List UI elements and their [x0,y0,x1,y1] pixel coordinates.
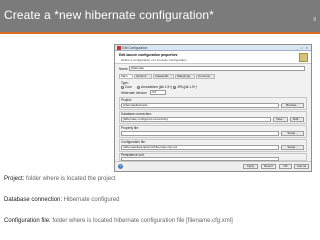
type-option-jpa[interactable]: JPA (jdk 1.5+) [173,85,197,89]
tab-main[interactable]: Main [119,74,133,79]
apply-button[interactable]: Apply [243,164,258,169]
window-controls[interactable]: _ □ ✕ [296,46,309,50]
configuration-setup-button[interactable]: Setup... [281,145,304,150]
dialog-title: Edit Configuration [122,46,148,50]
description-configuration-file: Configuration file: folder where is loca… [4,218,233,224]
connection-edit-button[interactable]: Edit... [290,117,304,122]
banner-description: Define a configuration of a Console Conf… [121,58,187,62]
type-option-core[interactable]: Core [121,85,132,89]
property-setup-button[interactable]: Setup... [281,131,304,136]
ok-button[interactable]: OK [279,164,292,169]
description-term: Database connection: [4,197,63,203]
hibernate-version-select[interactable]: 3.5 [150,90,166,95]
dialog-footer: ? Apply Revert OK Cancel [115,161,311,171]
configuration-file-input[interactable]: /HibernateExample/src/hibernate.cfg.xml [121,145,279,150]
banner-logo-icon [299,53,308,62]
description-project: Project: folder where is located the pro… [4,176,116,182]
help-icon[interactable]: ? [118,164,123,169]
description-text: Hibernate configured [62,197,120,203]
radio-selected-icon [121,85,124,89]
description-text: folder where is located the project [24,176,116,182]
description-database-connection: Database connection: Hibernate configure… [4,197,119,203]
radio-icon [173,85,176,89]
tab-mappings[interactable]: Mappings [175,74,195,79]
app-icon [117,46,121,50]
connection-new-button[interactable]: New... [273,117,288,122]
configuration-file-label: Configuration file: [121,140,146,144]
project-browse-button[interactable]: Browse... [281,103,304,108]
slide-title: Create a *new hibernate configuration* [4,8,214,22]
edit-configuration-dialog: Edit Configuration _ □ ✕ Edit launch con… [114,44,312,172]
revert-button[interactable]: Revert [261,164,276,169]
project-input[interactable]: HibernateExample [121,103,279,108]
description-term: Configuration file: [4,218,51,224]
cancel-button[interactable]: Cancel [294,164,309,169]
slide-header: Create a *new hibernate configuration* 9 [0,0,320,32]
page-number: 9 [313,17,316,23]
header-accent-line [0,32,320,34]
project-label: Project: [121,98,132,102]
description-text: folder where is located hibernate config… [50,218,233,224]
property-file-input[interactable] [121,131,279,136]
property-file-label: Property file: [121,126,139,130]
tab-common[interactable]: Common [196,74,215,79]
description-term: Project: [4,176,25,182]
hibernate-version-label: Hibernate Version: [121,91,148,95]
dialog-banner: Edit launch configuration properties Def… [115,51,311,64]
radio-icon [137,85,140,89]
banner-title: Edit launch configuration properties [119,53,178,57]
tab-options[interactable]: Options [134,74,152,79]
database-connection-select[interactable]: [Hibernate configured connection] [121,117,271,122]
name-input[interactable]: Hibernate [129,66,305,71]
tab-classpath[interactable]: Classpath [153,74,174,79]
type-option-annotations[interactable]: Annotations (jdk 1.5+) [137,85,172,89]
database-connection-label: Database connection: [121,112,152,116]
name-label: Name: [119,67,129,71]
